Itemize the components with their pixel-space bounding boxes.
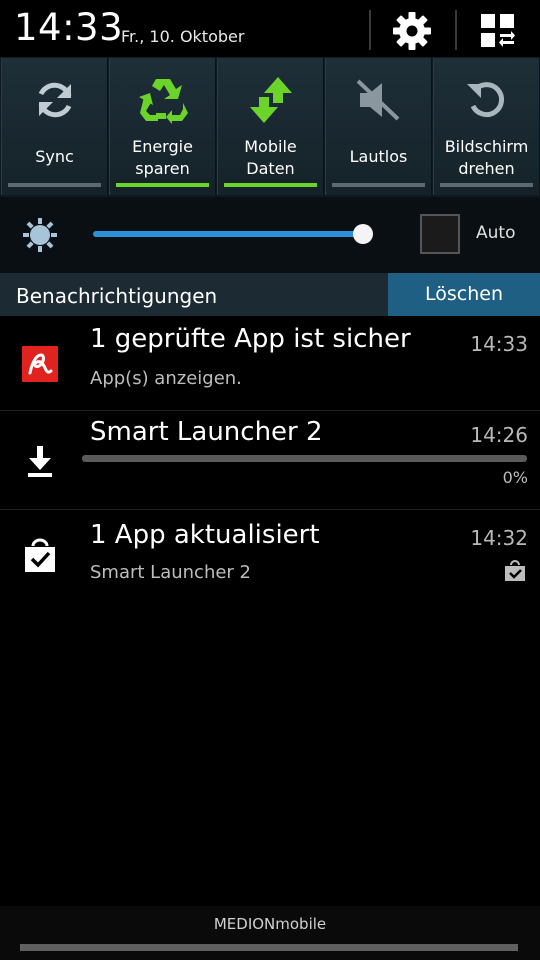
notification-item[interactable]: 1 geprüfte App ist sicher 14:33 App(s) a…: [0, 316, 540, 410]
sync-icon: [2, 72, 107, 128]
quick-settings-panel: Sync Energie sparen Mobile Daten Lautlos…: [0, 57, 540, 197]
toggle-label-line1: Mobile: [244, 137, 297, 156]
date-label: Fr., 10. Oktober: [121, 27, 245, 46]
gear-icon[interactable]: [388, 8, 436, 54]
toggle-state-bar: [8, 183, 101, 187]
toggle-label: Sync: [35, 147, 74, 166]
toggle-bildschirm-drehen[interactable]: Bildschirm drehen: [433, 58, 540, 195]
carrier-footer: MEDIONmobile: [0, 906, 540, 960]
brightness-sun-icon: [20, 215, 60, 255]
rotate-icon: [434, 72, 539, 128]
auto-brightness-checkbox[interactable]: [420, 214, 460, 254]
notification-time: 14:26: [470, 423, 528, 447]
toggle-sync[interactable]: Sync: [1, 58, 108, 195]
shopping-bag-check-icon: [20, 536, 60, 576]
brightness-row: Auto: [0, 197, 540, 273]
toggle-label: Bildschirm drehen: [434, 136, 539, 180]
toggle-state-bar: [440, 183, 533, 187]
shopping-bag-small-icon: [504, 560, 526, 582]
download-progress-label: 0%: [502, 468, 528, 487]
notifications-header: Benachrichtigungen Löschen: [0, 273, 540, 316]
notification-title: 1 App aktualisiert: [90, 520, 320, 550]
toggle-label-line2: Daten: [246, 159, 295, 178]
toggle-state-bar: [224, 183, 317, 187]
panel-drag-handle[interactable]: [20, 944, 518, 951]
carrier-label: MEDIONmobile: [213, 915, 327, 933]
auto-brightness-label: Auto: [476, 223, 516, 243]
toggle-label: Mobile Daten: [218, 136, 323, 180]
avira-icon: [20, 344, 60, 384]
mobile-data-icon: [218, 72, 323, 128]
toggle-label-line1: Bildschirm: [444, 137, 529, 156]
notification-item[interactable]: Smart Launcher 2 14:26 0%: [0, 411, 540, 509]
toggle-state-bar: [332, 183, 425, 187]
toggle-label: Energie sparen: [110, 136, 215, 180]
mute-icon: [326, 72, 431, 128]
toggle-label: Lautlos: [349, 147, 408, 166]
download-icon: [20, 441, 60, 481]
notifications-title: Benachrichtigungen: [16, 284, 218, 308]
toggle-energie-sparen[interactable]: Energie sparen: [109, 58, 216, 195]
brightness-slider-thumb[interactable]: [353, 224, 373, 244]
toggle-mobile-daten[interactable]: Mobile Daten: [217, 58, 324, 195]
notification-title: 1 geprüfte App ist sicher: [90, 324, 411, 354]
brightness-slider[interactable]: [93, 224, 373, 244]
toggle-label-line2: drehen: [458, 159, 515, 178]
brightness-slider-fill: [93, 231, 363, 237]
download-progress-bar: [82, 455, 527, 462]
clear-notifications-button[interactable]: Löschen: [388, 273, 540, 316]
toggle-label-line2: sparen: [135, 159, 190, 178]
notification-time: 14:33: [470, 332, 528, 356]
notification-subtitle: Smart Launcher 2: [90, 562, 251, 583]
status-header: 14:33 Fr., 10. Oktober: [0, 0, 540, 60]
toggle-label-line1: Energie: [132, 137, 193, 156]
notification-title: Smart Launcher 2: [90, 417, 323, 447]
grid-toggle-icon[interactable]: [474, 8, 522, 54]
toggle-lautlos[interactable]: Lautlos: [325, 58, 432, 195]
recycle-icon: [110, 72, 215, 128]
clock: 14:33: [14, 6, 124, 49]
notification-subtitle: App(s) anzeigen.: [90, 368, 242, 389]
header-divider: [369, 10, 371, 50]
notification-item[interactable]: 1 App aktualisiert 14:32 Smart Launcher …: [0, 510, 540, 606]
toggle-state-bar: [116, 183, 209, 187]
notification-time: 14:32: [470, 526, 528, 550]
header-divider: [455, 10, 457, 50]
